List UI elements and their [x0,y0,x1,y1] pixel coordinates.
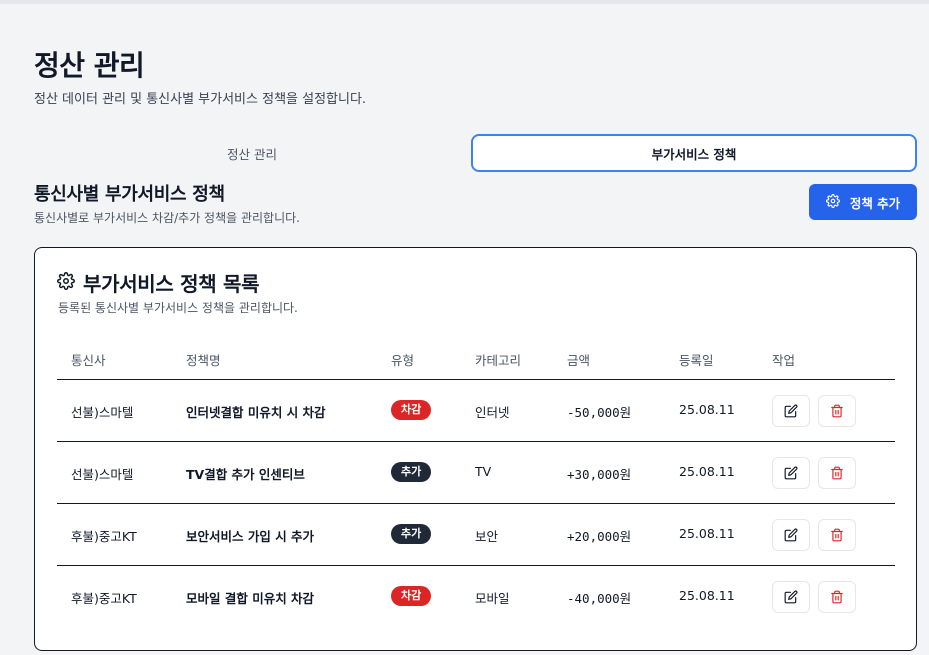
actions-cell [772,519,856,551]
column-header-category: 카테고리 [475,353,522,368]
date-cell: 25.08.11 [679,402,735,417]
top-divider [0,0,929,4]
type-badge: 추가 [391,462,432,482]
category-cell: 인터넷 [475,405,510,420]
category-cell: TV [475,464,492,479]
policy-list-card: 부가서비스 정책 목록 등록된 통신사별 부가서비스 정책을 관리합니다. 통신… [34,247,917,651]
page-subtitle: 정산 데이터 관리 및 통신사별 부가서비스 정책을 설정합니다. [34,92,367,107]
edit-button[interactable] [772,395,810,427]
category-cell: 모바일 [475,591,510,606]
card-title-text: 부가서비스 정책 목록 [83,272,260,296]
tab-settlement[interactable]: 정산 관리 [34,134,470,172]
carrier-cell: 후불)중고KT [71,591,137,606]
table-row: 후불)중고KT 보안서비스 가입 시 추가 추가 보안 +20,000원 25.… [57,504,895,566]
tab-addon-policy[interactable]: 부가서비스 정책 [471,134,917,172]
edit-icon [784,466,798,480]
type-badge: 차감 [391,400,432,420]
gear-icon [825,193,840,211]
edit-icon [784,590,798,604]
delete-button[interactable] [818,581,856,613]
trash-icon [831,404,843,418]
table-row: 선불)스마텔 인터넷결합 미유치 시 차감 차감 인터넷 -50,000원 25… [57,380,895,442]
carrier-cell: 후불)중고KT [71,529,137,544]
add-policy-label: 정책 추가 [849,195,901,211]
policy-name-cell: 보안서비스 가입 시 추가 [186,529,315,544]
table-header: 통신사 정책명 유형 카테고리 금액 등록일 작업 [57,336,895,380]
trash-icon [831,590,843,604]
column-header-date: 등록일 [679,353,714,368]
amount-cell: +20,000원 [567,529,632,544]
section-subtitle: 통신사별로 부가서비스 차감/추가 정책을 관리합니다. [34,211,300,225]
table-row: 후불)중고KT 모바일 결합 미유치 차감 차감 모바일 -40,000원 25… [57,566,895,628]
carrier-cell: 선불)스마텔 [71,405,134,420]
edit-button[interactable] [772,581,810,613]
amount-cell: +30,000원 [567,467,632,482]
policy-name-cell: 모바일 결합 미유치 차감 [186,591,315,606]
trash-icon [831,466,843,480]
type-cell: 차감 [391,400,432,420]
tab-bar: 정산 관리 부가서비스 정책 [34,134,918,174]
date-cell: 25.08.11 [679,526,735,541]
card-title: 부가서비스 정책 목록 [57,268,260,297]
type-badge: 차감 [391,586,432,606]
edit-button[interactable] [772,519,810,551]
section-title: 통신사별 부가서비스 정책 [34,184,225,205]
type-cell: 추가 [391,524,432,544]
actions-cell [772,457,856,489]
delete-button[interactable] [818,457,856,489]
page-title: 정산 관리 [34,49,145,82]
type-badge: 추가 [391,524,432,544]
column-header-policy: 정책명 [186,353,221,368]
gear-icon [57,271,75,295]
policy-name-cell: 인터넷결합 미유치 시 차감 [186,405,326,420]
edit-icon [784,528,798,542]
amount-cell: -50,000원 [567,405,632,420]
type-cell: 차감 [391,586,432,606]
amount-cell: -40,000원 [567,591,632,606]
actions-cell [772,395,856,427]
carrier-cell: 선불)스마텔 [71,467,134,482]
add-policy-button[interactable]: 정책 추가 [809,184,917,220]
column-header-actions: 작업 [772,353,796,368]
category-cell: 보안 [475,529,499,544]
column-header-type: 유형 [391,353,415,368]
column-header-amount: 금액 [567,353,591,368]
card-subtitle: 등록된 통신사별 부가서비스 정책을 관리합니다. [58,301,298,315]
delete-button[interactable] [818,519,856,551]
actions-cell [772,581,856,613]
type-cell: 추가 [391,462,432,482]
table-row: 선불)스마텔 TV결합 추가 인센티브 추가 TV +30,000원 25.08… [57,442,895,504]
trash-icon [831,528,843,542]
date-cell: 25.08.11 [679,464,735,479]
delete-button[interactable] [818,395,856,427]
edit-button[interactable] [772,457,810,489]
policy-table: 통신사 정책명 유형 카테고리 금액 등록일 작업 선불)스마텔 인터넷결합 미… [57,336,895,628]
date-cell: 25.08.11 [679,588,735,603]
column-header-carrier: 통신사 [71,353,106,368]
policy-name-cell: TV결합 추가 인센티브 [186,467,305,482]
edit-icon [784,404,798,418]
